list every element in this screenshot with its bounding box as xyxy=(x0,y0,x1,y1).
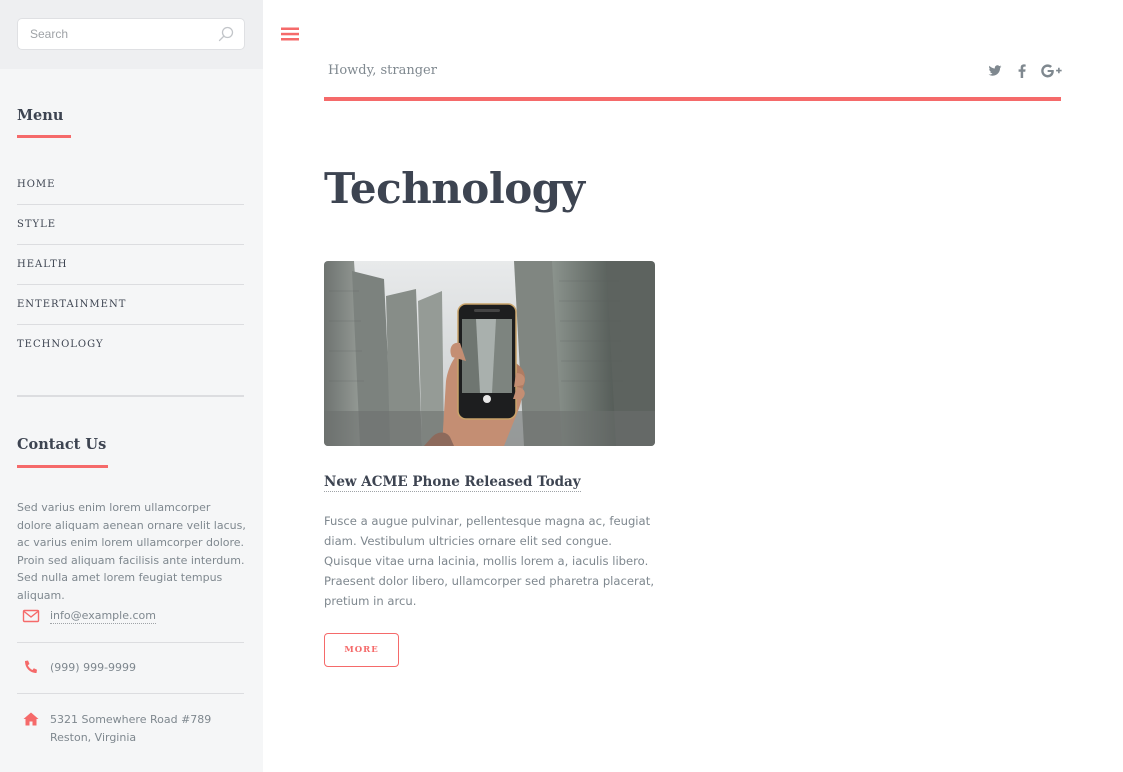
contact-email-row: info@example.com xyxy=(17,608,244,624)
envelope-icon xyxy=(22,609,40,623)
contact-heading: Contact Us xyxy=(17,436,107,453)
search-section xyxy=(0,0,263,69)
google-plus-icon xyxy=(1041,64,1062,78)
contact-description: Sed varius enim lorem ullamcorper dolore… xyxy=(17,501,246,602)
sidebar-item-home[interactable]: HOME xyxy=(17,164,244,204)
sidebar-item-style[interactable]: STYLE xyxy=(17,204,244,244)
facebook-link[interactable] xyxy=(1018,62,1026,80)
greeting-text: Howdy, stranger xyxy=(328,63,437,78)
header-divider xyxy=(324,97,1061,101)
phone-icon xyxy=(25,660,37,673)
search-input[interactable] xyxy=(18,19,218,49)
contact-email-link[interactable]: info@example.com xyxy=(50,608,156,624)
menu-heading: Menu xyxy=(17,107,64,124)
contact-phone: (999) 999-9999 xyxy=(50,661,137,674)
twitter-link[interactable] xyxy=(988,62,1002,80)
more-button[interactable]: MORE xyxy=(324,633,399,667)
article-image[interactable] xyxy=(324,261,655,446)
sidebar: Menu HOME STYLE HEALTH ENTERTAINMENT TEC… xyxy=(0,0,263,772)
contact-heading-underline xyxy=(17,465,108,468)
section-divider xyxy=(17,395,244,397)
search-box[interactable] xyxy=(17,18,245,50)
facebook-icon xyxy=(1018,64,1026,78)
contact-phone-row: (999) 999-9999 xyxy=(17,642,244,677)
google-plus-link[interactable] xyxy=(1041,62,1062,80)
sidebar-item-technology[interactable]: TECHNOLOGY xyxy=(17,324,244,364)
contact-address-row: 5321 Somewhere Road #789 Reston, Virgini… xyxy=(17,693,244,746)
article-body: Fusce a augue pulvinar, pellentesque mag… xyxy=(324,514,655,608)
sidebar-item-health[interactable]: HEALTH xyxy=(17,244,244,284)
right-edge xyxy=(1114,0,1123,772)
hamburger-icon[interactable] xyxy=(281,26,299,42)
menu-heading-underline xyxy=(17,135,71,138)
twitter-icon xyxy=(988,65,1002,76)
sidebar-item-entertainment[interactable]: ENTERTAINMENT xyxy=(17,284,244,324)
search-icon[interactable] xyxy=(218,26,234,42)
phone-photo-image xyxy=(324,261,655,446)
address-line-2: Reston, Virginia xyxy=(50,730,137,744)
article-title[interactable]: New ACME Phone Released Today xyxy=(324,474,581,492)
sidebar-menu: HOME STYLE HEALTH ENTERTAINMENT TECHNOLO… xyxy=(17,164,244,364)
address-line-1: 5321 Somewhere Road #789 xyxy=(50,713,212,726)
contact-address: 5321 Somewhere Road #789 Reston, Virgini… xyxy=(50,711,211,746)
page-title: Technology xyxy=(324,164,585,213)
home-icon xyxy=(23,712,39,726)
